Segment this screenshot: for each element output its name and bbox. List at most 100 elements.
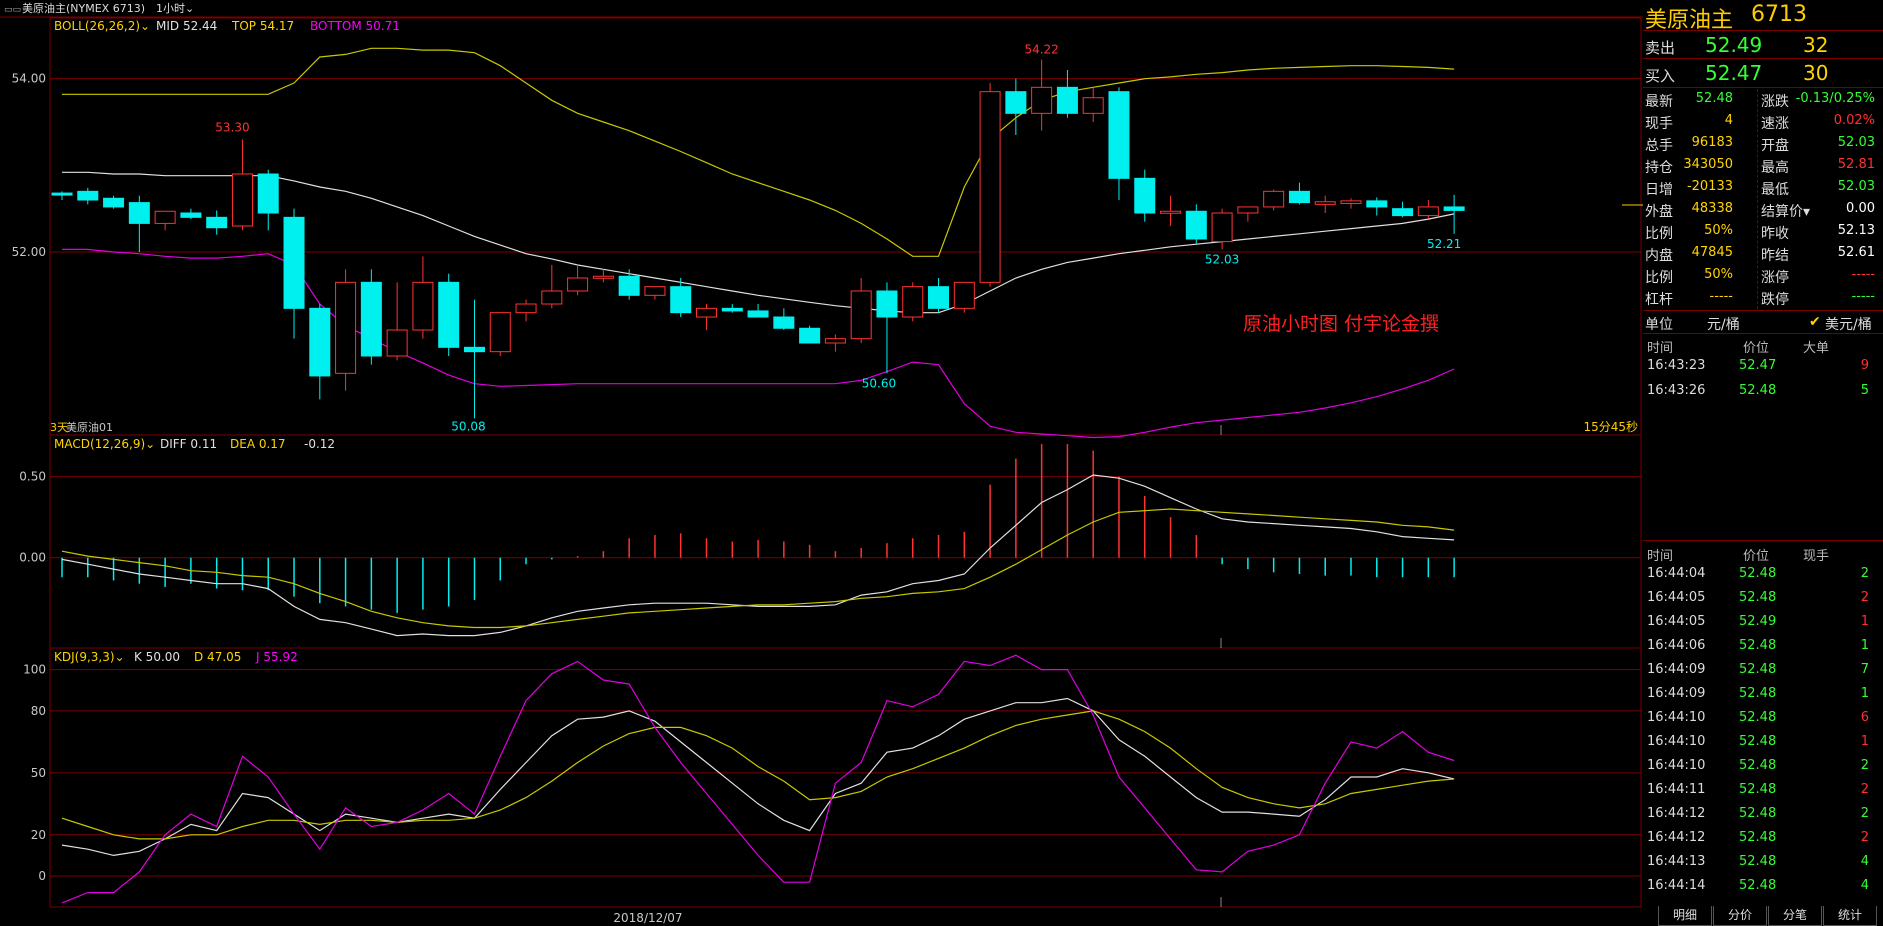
candle-up bbox=[412, 281, 434, 331]
row-price: 52.48 bbox=[1739, 590, 1777, 605]
macd-legend: DIFF 0.11 bbox=[160, 437, 217, 451]
stat-value: 4 bbox=[1724, 113, 1733, 128]
candle-down bbox=[1056, 86, 1078, 114]
row-price: 52.48 bbox=[1739, 383, 1777, 398]
stat-row: 内盘 47845 昨结 52.61 bbox=[1643, 243, 1883, 265]
table-row[interactable]: 16:44:05 52.48 2 bbox=[1643, 586, 1883, 610]
window-title: 美原油主(NYMEX 6713) bbox=[22, 1, 145, 15]
high-label: 54.22 bbox=[1024, 43, 1058, 57]
candle-down bbox=[206, 216, 228, 229]
table-row[interactable]: 16:44:10 52.48 6 bbox=[1643, 706, 1883, 730]
row-price: 52.48 bbox=[1739, 854, 1777, 869]
stat-value: 52.13 bbox=[1837, 223, 1875, 238]
table-row[interactable]: 16:44:12 52.48 2 bbox=[1643, 826, 1883, 850]
candle-down bbox=[1392, 208, 1414, 217]
d-line bbox=[61, 710, 1455, 840]
stat-label: 比例 bbox=[1645, 270, 1673, 286]
table-row[interactable]: 16:44:04 52.48 2 bbox=[1643, 562, 1883, 586]
stat-label: 开盘 bbox=[1761, 138, 1789, 154]
row-price: 52.48 bbox=[1739, 758, 1777, 773]
sell-volume: 32 bbox=[1803, 33, 1829, 57]
table-row[interactable]: 16:44:13 52.48 4 bbox=[1643, 850, 1883, 874]
kdj-legend: K 50.00 bbox=[134, 650, 180, 664]
row-volume: 1 bbox=[1860, 686, 1869, 701]
candle-down bbox=[1366, 200, 1388, 208]
candle-up bbox=[541, 290, 563, 305]
candle-up bbox=[979, 91, 1001, 283]
sell-quote[interactable]: 卖出 52.49 32 bbox=[1643, 31, 1883, 59]
stat-value: -0.13/0.25% bbox=[1795, 91, 1875, 106]
tick-header: 时间 价位 现手 bbox=[1643, 543, 1883, 564]
row-time: 16:44:12 bbox=[1647, 806, 1706, 821]
instrument-name: 美原油主 bbox=[1645, 8, 1734, 33]
tab-2[interactable]: 分笔 bbox=[1768, 906, 1822, 926]
unit-label: 单位 bbox=[1645, 317, 1673, 333]
candle-down bbox=[463, 346, 485, 353]
row-price: 52.48 bbox=[1739, 662, 1777, 677]
table-row[interactable]: 16:44:06 52.48 1 bbox=[1643, 634, 1883, 658]
stat-value: ----- bbox=[1851, 267, 1875, 282]
stat-value: 52.03 bbox=[1837, 135, 1875, 150]
unit-yuan-option[interactable]: 元/桶 bbox=[1707, 314, 1740, 334]
table-row[interactable]: 16:44:09 52.48 7 bbox=[1643, 658, 1883, 682]
watermark-text: 原油小时图 付宇论金撰 bbox=[1243, 313, 1439, 335]
candle-down bbox=[257, 173, 279, 214]
candle-down bbox=[1005, 91, 1027, 114]
chart-area[interactable]: ▭▭ 美原油主(NYMEX 6713) 1小时⌄ 54.00 52.00 54.22 53.… bbox=[0, 0, 1643, 926]
stat-row: 总手 96183 开盘 52.03 bbox=[1643, 133, 1883, 155]
y-tick-label: 100 bbox=[23, 663, 46, 677]
row-time: 16:44:11 bbox=[1647, 782, 1706, 797]
table-row[interactable]: 16:44:12 52.48 2 bbox=[1643, 802, 1883, 826]
y-tick-label: 52.00 bbox=[12, 245, 46, 259]
quote-panel: 美原油主 6713 卖出 52.49 32 买入 52.47 30 最新 52.4… bbox=[1643, 0, 1883, 926]
table-row[interactable]: 16:44:09 52.48 1 bbox=[1643, 682, 1883, 706]
buy-quote[interactable]: 买入 52.47 30 bbox=[1643, 59, 1883, 87]
period-selector: 1小时⌄ bbox=[156, 2, 194, 15]
bottom-tabs: 明细 分价 分笔 统计 bbox=[1658, 906, 1883, 926]
unit-usd-option[interactable]: 美元/桶 bbox=[1825, 314, 1872, 334]
row-time: 16:44:05 bbox=[1647, 590, 1706, 605]
row-volume: 2 bbox=[1860, 758, 1869, 773]
table-row[interactable]: 16:44:10 52.48 2 bbox=[1643, 754, 1883, 778]
stat-value: 96183 bbox=[1691, 135, 1733, 150]
stat-label: 涨停 bbox=[1761, 270, 1789, 286]
tab-3[interactable]: 统计 bbox=[1823, 906, 1877, 926]
candle-down bbox=[438, 281, 460, 348]
stat-value: 52.61 bbox=[1837, 245, 1875, 260]
row-price: 52.48 bbox=[1739, 566, 1777, 581]
tab-0[interactable]: 明细 bbox=[1658, 906, 1712, 926]
stat-row: 比例 50% 涨停 ----- bbox=[1643, 265, 1883, 287]
row-price: 52.47 bbox=[1739, 358, 1777, 373]
table-row[interactable]: 16:44:14 52.48 4 bbox=[1643, 874, 1883, 898]
low-label: 50.60 bbox=[862, 376, 896, 390]
boll-bottom-line bbox=[62, 248, 1455, 439]
low-label: 52.03 bbox=[1205, 252, 1239, 266]
table-row[interactable]: 16:44:05 52.49 1 bbox=[1643, 610, 1883, 634]
stat-value: -20133 bbox=[1686, 179, 1733, 194]
candle-up bbox=[231, 173, 253, 227]
tab-1[interactable]: 分价 bbox=[1713, 906, 1767, 926]
stat-label: 昨结 bbox=[1761, 248, 1789, 264]
stat-value: 50% bbox=[1704, 267, 1733, 282]
j-line bbox=[61, 654, 1455, 904]
table-row[interactable]: 16:44:10 52.48 1 bbox=[1643, 730, 1883, 754]
table-row[interactable]: 16:43:26 52.48 5 bbox=[1643, 379, 1883, 403]
y-tick-label: 0 bbox=[38, 869, 46, 883]
high-label: 53.30 bbox=[215, 120, 249, 134]
row-time: 16:44:10 bbox=[1647, 734, 1706, 749]
boll-legend: TOP 54.17 bbox=[231, 19, 294, 33]
candle-up bbox=[386, 329, 408, 357]
row-volume: 2 bbox=[1860, 590, 1869, 605]
stat-label: 日增 bbox=[1645, 182, 1673, 198]
table-row[interactable]: 16:44:11 52.48 2 bbox=[1643, 778, 1883, 802]
y-tick-label: 20 bbox=[31, 828, 46, 842]
candle-up bbox=[515, 303, 537, 314]
candle-down bbox=[670, 286, 692, 314]
stat-label: 外盘 bbox=[1645, 204, 1673, 220]
candle-up bbox=[1031, 86, 1053, 114]
row-time: 16:44:09 bbox=[1647, 662, 1706, 677]
table-row[interactable]: 16:43:23 52.47 9 bbox=[1643, 354, 1883, 378]
stat-value: 0.02% bbox=[1833, 113, 1875, 128]
stat-value: 47845 bbox=[1691, 245, 1733, 260]
candle-down bbox=[618, 275, 640, 296]
